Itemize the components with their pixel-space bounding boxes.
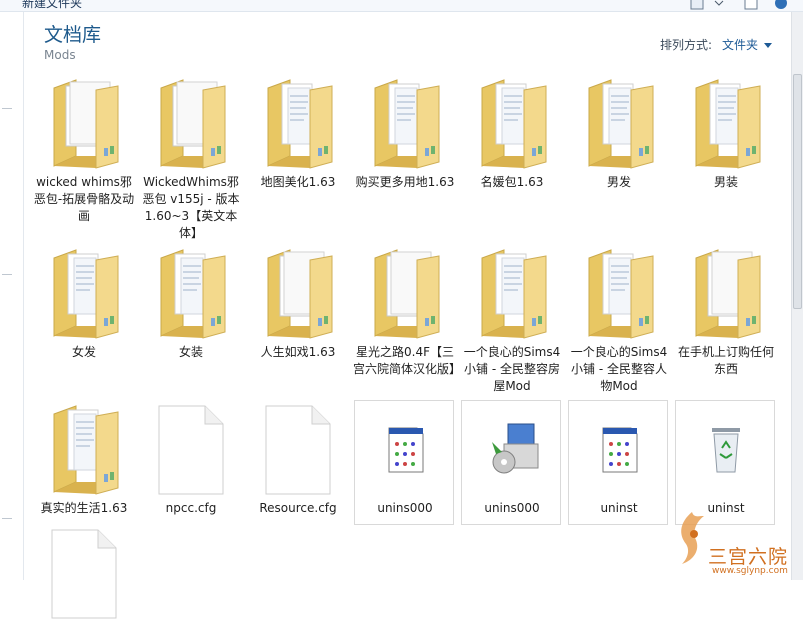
file-item-label: 名媛包1.63 (480, 175, 544, 189)
file-item-label: 一个良心的Sims4小铺 - 全民整容人物Mod (570, 345, 668, 393)
view-icon[interactable] (690, 0, 704, 10)
folder-icon (581, 76, 657, 170)
folder-icon (474, 76, 550, 170)
folder-icon (474, 246, 550, 340)
nav-splitter-mark (2, 518, 12, 519)
nav-splitter-mark (2, 108, 12, 109)
recycle-bin-icon (688, 402, 764, 496)
file-item-label: 男装 (713, 175, 738, 189)
file-item-label: 在手机上订购任何东西 (677, 345, 774, 376)
file-item-label: npcc.cfg (165, 501, 217, 515)
folder-white-icon (153, 76, 229, 170)
dat-file-icon (581, 402, 657, 496)
help-icon[interactable] (774, 0, 788, 10)
folder-icon (153, 246, 229, 340)
arrange-by: 排列方式: 文件夹 (660, 36, 773, 53)
folder-white-icon (688, 246, 764, 340)
file-item-label: uninst (600, 501, 638, 515)
watermark-url: www.sglynp.com (712, 566, 788, 576)
blank-file-icon (153, 402, 229, 496)
arrange-label: 排列方式: (660, 38, 713, 52)
folder-icon (688, 76, 764, 170)
chevron-down-icon[interactable] (764, 43, 773, 48)
file-item-label: 真实的生活1.63 (40, 501, 128, 515)
vertical-scrollbar[interactable] (791, 12, 803, 580)
blank-file-icon (46, 526, 122, 620)
navigation-pane[interactable] (0, 12, 24, 580)
new-folder-button[interactable]: 新建文件夹 (22, 0, 82, 11)
folder-icon (46, 402, 122, 496)
folder-white-icon (367, 246, 443, 340)
file-item-label: 人生如戏1.63 (260, 345, 336, 359)
chevron-down-icon[interactable] (712, 0, 726, 10)
arrange-dropdown[interactable]: 文件夹 (722, 38, 758, 52)
file-item-label: WickedWhims邪恶包 v155j - 版本1.60~3【英文本体】 (142, 175, 240, 240)
file-item-label: 男发 (606, 175, 631, 189)
watermark-text: 三宫六院 (708, 546, 789, 568)
file-item-label: unins000 (484, 501, 540, 515)
toolbar: 新建文件夹 (0, 0, 803, 12)
library-subtitle: Mods (44, 48, 76, 62)
page-title: 文档库 (44, 24, 102, 46)
library-header: 文档库 Mods 排列方式: 文件夹 (24, 12, 803, 72)
file-item-label: 地图美化1.63 (260, 175, 336, 189)
folder-icon (46, 246, 122, 340)
folder-white-icon (46, 76, 122, 170)
file-item-label: wicked whims邪恶包-拓展骨骼及动画 (33, 175, 135, 223)
file-item-label: 一个良心的Sims4小铺 - 全民整容房屋Mod (463, 345, 561, 393)
file-item-label: 女装 (178, 345, 203, 359)
scrollbar-thumb[interactable] (793, 74, 802, 309)
nav-splitter-mark (2, 274, 12, 275)
folder-icon (367, 76, 443, 170)
file-item-label: Resource.cfg (259, 501, 337, 515)
file-item-label: 购买更多用地1.63 (355, 175, 455, 189)
folder-white-icon (260, 246, 336, 340)
preview-pane-icon[interactable] (744, 0, 758, 10)
dat-file-icon (367, 402, 443, 496)
folder-icon (581, 246, 657, 340)
installer-icon (474, 402, 550, 496)
file-item-label: unins000 (377, 501, 433, 515)
watermark: 三宫六院 www.sglynp.com (672, 500, 792, 580)
file-item-label: 星光之路0.4F【三宫六院简体汉化版】 (353, 345, 462, 376)
folder-icon (260, 76, 336, 170)
phoenix-logo-icon (681, 512, 704, 564)
file-item-label: 女发 (71, 345, 96, 359)
blank-file-icon (260, 402, 336, 496)
